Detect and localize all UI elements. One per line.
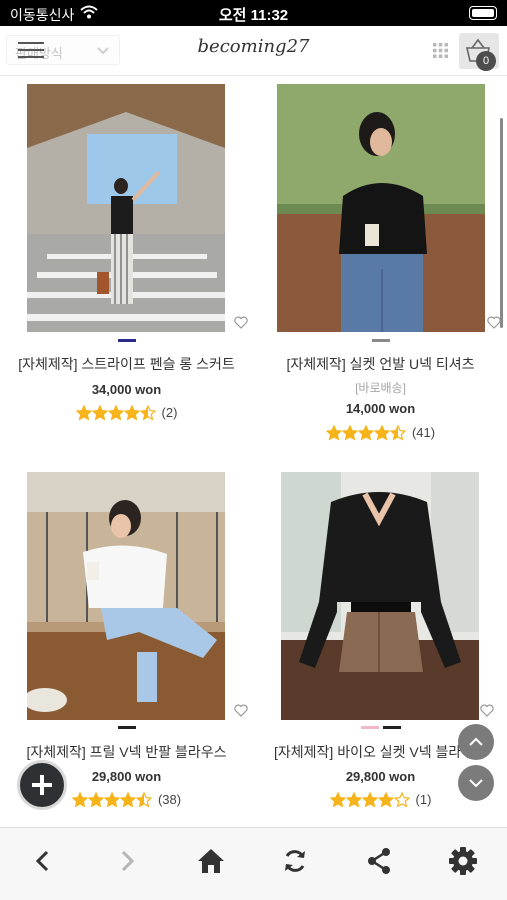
star-icon — [329, 791, 346, 808]
refresh-button[interactable] — [278, 844, 312, 878]
star-icon — [325, 424, 342, 441]
star-icon — [87, 791, 104, 808]
product-image[interactable] — [281, 472, 479, 720]
home-icon — [198, 849, 224, 873]
star-icon — [393, 791, 410, 808]
star-icon — [345, 791, 362, 808]
slide-dot[interactable] — [371, 339, 390, 342]
slide-dot[interactable] — [360, 726, 379, 729]
heart-icon[interactable] — [234, 704, 248, 717]
star-rating — [75, 404, 156, 421]
star-icon — [341, 424, 358, 441]
chevron-up-icon — [469, 737, 483, 746]
heart-icon[interactable] — [487, 316, 501, 329]
star-icon — [135, 791, 152, 808]
product-image[interactable] — [277, 84, 485, 332]
product-name[interactable]: [자체제작] 스트라이프 펜슬 롱 스커트 — [0, 354, 253, 374]
slide-dot[interactable] — [382, 726, 401, 729]
star-icon — [107, 404, 124, 421]
product-rating: (2) — [0, 404, 253, 421]
product-card[interactable]: [자체제작] 스트라이프 펜슬 롱 스커트 34,000 won (2) — [0, 76, 253, 464]
refresh-icon — [285, 850, 305, 872]
slide-dot[interactable] — [117, 726, 136, 729]
forward-button[interactable] — [110, 844, 144, 878]
cart-button[interactable]: 0 — [459, 33, 499, 71]
slide-indicator — [0, 726, 253, 729]
product-rating: (41) — [254, 424, 507, 441]
star-icon — [91, 404, 108, 421]
star-icon — [71, 791, 88, 808]
gear-icon — [449, 847, 477, 875]
share-icon — [368, 848, 390, 874]
scrollbar[interactable] — [500, 118, 503, 328]
status-bar: 이동통신사 오전 11:32 — [0, 0, 507, 26]
star-icon — [361, 791, 378, 808]
header: 판매방식 becoming27 0 — [0, 26, 507, 76]
forward-arrow-icon — [121, 850, 135, 872]
slide-dot[interactable] — [117, 339, 136, 342]
chevron-down-icon — [469, 779, 483, 788]
star-icon — [123, 404, 140, 421]
scroll-bottom-button[interactable] — [458, 765, 494, 801]
review-count[interactable]: (38) — [158, 792, 181, 807]
star-icon — [139, 404, 156, 421]
product-grid: [자체제작] 스트라이프 펜슬 롱 스커트 34,000 won (2) [자체… — [0, 76, 507, 827]
product-price: 14,000 won — [345, 401, 416, 416]
back-arrow-icon — [35, 850, 49, 872]
home-button[interactable] — [194, 844, 228, 878]
slide-indicator — [254, 339, 507, 342]
bottom-toolbar — [0, 827, 507, 900]
share-button[interactable] — [362, 844, 396, 878]
star-rating — [329, 791, 410, 808]
brand-logo[interactable]: becoming27 — [0, 36, 507, 57]
grid-icon[interactable] — [433, 43, 448, 58]
product-price: 34,000 won — [91, 382, 162, 397]
star-icon — [75, 404, 92, 421]
product-subtitle: [바로배송] — [355, 381, 406, 395]
star-icon — [119, 791, 136, 808]
back-button[interactable] — [26, 844, 60, 878]
review-count[interactable]: (2) — [162, 405, 178, 420]
product-name[interactable]: [자체제작] 프릴 V넥 반팔 블라우스 — [0, 742, 253, 762]
scroll-top-button[interactable] — [458, 724, 494, 760]
review-count[interactable]: (41) — [412, 425, 435, 440]
star-icon — [103, 791, 120, 808]
star-rating — [71, 791, 152, 808]
product-image[interactable] — [27, 84, 225, 332]
star-icon — [357, 424, 374, 441]
settings-button[interactable] — [446, 844, 480, 878]
battery-icon — [469, 6, 497, 20]
review-count[interactable]: (1) — [416, 792, 432, 807]
product-image[interactable] — [27, 472, 225, 720]
star-icon — [389, 424, 406, 441]
add-button[interactable] — [17, 760, 67, 810]
slide-indicator — [0, 339, 253, 342]
status-time: 오전 11:32 — [218, 7, 289, 24]
product-card[interactable]: [자체제작] 실켓 언발 U넥 티셔츠 [바로배송] 14,000 won (4… — [254, 76, 507, 464]
heart-icon[interactable] — [234, 316, 248, 329]
star-icon — [377, 791, 394, 808]
product-name[interactable]: [자체제작] 실켓 언발 U넥 티셔츠 — [254, 354, 507, 374]
heart-icon[interactable] — [480, 704, 494, 717]
star-icon — [373, 424, 390, 441]
cart-count-badge: 0 — [476, 51, 496, 71]
plus-icon — [32, 775, 52, 795]
star-rating — [325, 424, 406, 441]
